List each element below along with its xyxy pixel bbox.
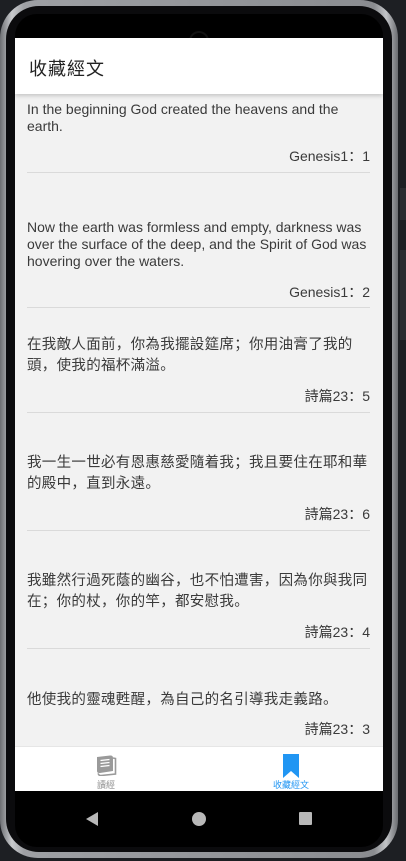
verse-reference: 詩篇23：5 bbox=[304, 388, 370, 404]
verse-text: 在我敵人面前，你為我擺設筵席；你用油膏了我的頭，使我的福杯滿溢。 bbox=[27, 337, 353, 374]
verse-reference: Genesis1：2 bbox=[289, 284, 370, 300]
verse-text: In the beginning God created the heavens… bbox=[27, 101, 339, 134]
list-item[interactable]: 他使我的靈魂甦醒，為自己的名引導我走義路。 詩篇23：3 bbox=[27, 690, 370, 737]
divider bbox=[27, 412, 370, 413]
verse-text: Now the earth was formless and empty, da… bbox=[27, 219, 367, 269]
bottom-navigation: 讀經 收藏經文 bbox=[15, 746, 383, 792]
backdrop-strip bbox=[400, 250, 406, 340]
divider bbox=[27, 172, 370, 173]
divider bbox=[27, 648, 370, 649]
backdrop-strip bbox=[400, 188, 406, 220]
verse-reference: Genesis1：1 bbox=[289, 148, 370, 164]
app-bar: 收藏經文 bbox=[15, 38, 383, 94]
tab-read-bible-label: 讀經 bbox=[96, 780, 115, 790]
page-title: 收藏經文 bbox=[29, 59, 105, 79]
tab-read-bible[interactable]: 讀經 bbox=[46, 747, 166, 792]
verse-reference: 詩篇23：6 bbox=[304, 506, 370, 522]
home-icon[interactable] bbox=[192, 812, 206, 831]
list-item[interactable]: 在我敵人面前，你為我擺設筵席；你用油膏了我的頭，使我的福杯滿溢。 詩篇23：5 bbox=[27, 335, 370, 404]
system-navigation-bar bbox=[15, 791, 383, 847]
list-item[interactable]: 我雖然行過死蔭的幽谷，也不怕遭害，因為你與我同在；你的杖，你的竿，都安慰我。 詩… bbox=[27, 571, 370, 640]
verse-reference: 詩篇23：3 bbox=[304, 721, 370, 737]
book-icon bbox=[94, 754, 118, 781]
verse-text: 我一生一世必有恩惠慈愛隨着我；我且要住在耶和華的殿中，直到永遠。 bbox=[27, 455, 368, 492]
tab-favorite-verses[interactable]: 收藏經文 bbox=[231, 747, 351, 792]
verse-text: 他使我的靈魂甦醒，為自己的名引導我走義路。 bbox=[27, 692, 338, 708]
verse-text: 我雖然行過死蔭的幽谷，也不怕遭害，因為你與我同在；你的杖，你的竿，都安慰我。 bbox=[27, 573, 368, 610]
back-icon[interactable] bbox=[85, 811, 99, 832]
list-item[interactable]: In the beginning God created the heavens… bbox=[27, 101, 370, 164]
list-item[interactable]: 我一生一世必有恩惠慈愛隨着我；我且要住在耶和華的殿中，直到永遠。 詩篇23：6 bbox=[27, 453, 370, 522]
tab-favorite-verses-label: 收藏經文 bbox=[272, 780, 309, 790]
divider bbox=[27, 307, 370, 308]
divider bbox=[27, 530, 370, 531]
phone-screen: 收藏經文 In the beginning God created the he… bbox=[15, 14, 383, 847]
favorites-list[interactable]: In the beginning God created the heavens… bbox=[15, 94, 383, 746]
list-item[interactable]: Now the earth was formless and empty, da… bbox=[27, 219, 370, 300]
verse-reference: 詩篇23：4 bbox=[304, 624, 370, 640]
recents-icon[interactable] bbox=[299, 812, 312, 830]
